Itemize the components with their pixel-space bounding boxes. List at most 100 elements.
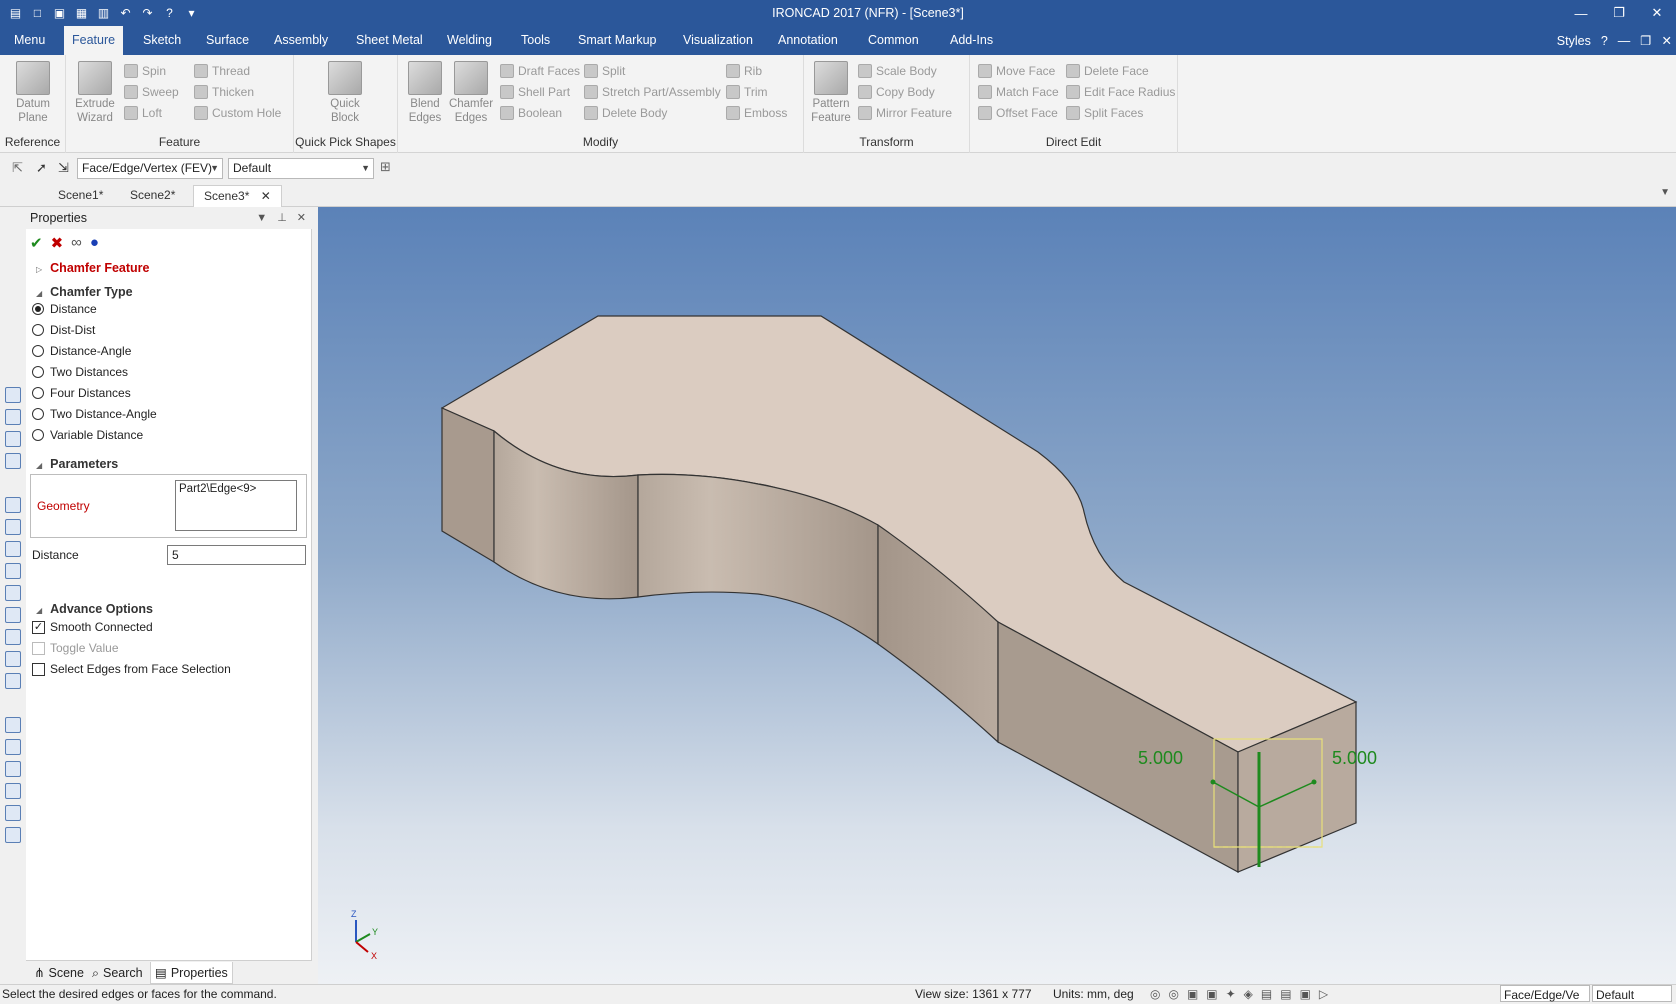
view-tool-icon[interactable] bbox=[5, 651, 21, 667]
part-model[interactable]: 5.000 5.000 Z Y X bbox=[318, 207, 1676, 984]
restore-icon[interactable]: ❐ bbox=[1600, 0, 1638, 26]
smooth-connected-checkbox[interactable]: ✓ bbox=[32, 621, 45, 634]
distance-input[interactable]: 5 bbox=[167, 545, 306, 565]
sweep-button[interactable]: Sweep bbox=[124, 83, 179, 101]
thicken-button[interactable]: Thicken bbox=[194, 83, 254, 101]
chamfer-type-header[interactable]: ◢ Chamfer Type bbox=[36, 285, 133, 299]
chamfer-edges-button[interactable]: Chamfer Edges bbox=[448, 61, 494, 125]
feature-header[interactable]: ▷ Chamfer Feature bbox=[36, 261, 150, 275]
view-tool-icon[interactable] bbox=[5, 453, 21, 469]
tab-list-icon[interactable]: ▼ bbox=[1660, 187, 1670, 198]
toggle-value-checkbox[interactable] bbox=[32, 642, 45, 655]
style-dropdown[interactable]: Default ▼ bbox=[228, 158, 374, 179]
view-tool-icon[interactable] bbox=[5, 585, 21, 601]
radio-two-distances[interactable] bbox=[32, 366, 44, 378]
delete-face-button[interactable]: Delete Face bbox=[1066, 62, 1149, 80]
help-icon[interactable]: ? bbox=[1601, 34, 1608, 48]
scale-body-button[interactable]: Scale Body bbox=[858, 62, 937, 80]
tab-scene1[interactable]: Scene1* bbox=[48, 185, 113, 207]
ribbon-restore-icon[interactable]: ❐ bbox=[1640, 33, 1651, 48]
selection-options-icon[interactable]: ⊞ bbox=[380, 159, 391, 175]
close-tab-icon[interactable]: ✕ bbox=[261, 189, 271, 203]
advance-options-header[interactable]: ◢ Advance Options bbox=[36, 602, 153, 616]
radio-four-distances[interactable] bbox=[32, 387, 44, 399]
radio-dist-dist[interactable] bbox=[32, 324, 44, 336]
view-tool-icon[interactable] bbox=[5, 607, 21, 623]
draft-faces-button[interactable]: Draft Faces bbox=[500, 62, 580, 80]
3d-viewport[interactable]: 5.000 5.000 Z Y X bbox=[318, 207, 1676, 984]
tab-add-ins[interactable]: Add-Ins bbox=[942, 26, 1001, 55]
preview-glasses-icon[interactable]: ∞ bbox=[71, 234, 82, 252]
tab-scene2[interactable]: Scene2* bbox=[120, 185, 185, 207]
tab-scene3[interactable]: Scene3* ✕ bbox=[193, 185, 282, 207]
radio-distance[interactable] bbox=[32, 303, 44, 315]
pattern-feature-button[interactable]: Pattern Feature bbox=[808, 61, 854, 125]
apply-circle-icon[interactable]: ● bbox=[90, 234, 99, 252]
datum-plane-button[interactable]: Datum Plane bbox=[10, 61, 56, 125]
spin-button[interactable]: Spin bbox=[124, 62, 166, 80]
view-tool-icon[interactable] bbox=[5, 409, 21, 425]
blend-edges-button[interactable]: Blend Edges bbox=[402, 61, 448, 125]
tab-welding[interactable]: Welding bbox=[439, 26, 500, 55]
move-face-button[interactable]: Move Face bbox=[978, 62, 1055, 80]
dimension-left[interactable]: 5.000 bbox=[1138, 748, 1183, 768]
view-tool-icon[interactable] bbox=[5, 805, 21, 821]
pointer-icon[interactable]: ➚ bbox=[36, 160, 47, 176]
view-tool-icon[interactable] bbox=[5, 431, 21, 447]
emboss-button[interactable]: Emboss bbox=[726, 104, 787, 122]
view-tool-icon[interactable] bbox=[5, 387, 21, 403]
tab-search[interactable]: ⌕ Search bbox=[88, 962, 147, 984]
shell-part-button[interactable]: Shell Part bbox=[500, 83, 570, 101]
view-tool-icon[interactable] bbox=[5, 497, 21, 513]
view-tool-icon[interactable] bbox=[5, 761, 21, 777]
rib-button[interactable]: Rib bbox=[726, 62, 762, 80]
view-tool-icon[interactable] bbox=[5, 783, 21, 799]
tab-feature[interactable]: Feature bbox=[64, 26, 124, 55]
tab-sheet-metal[interactable]: Sheet Metal bbox=[348, 26, 431, 55]
loft-button[interactable]: Loft bbox=[124, 104, 162, 122]
pin-icon[interactable]: ⊥ bbox=[277, 207, 287, 229]
offset-face-button[interactable]: Offset Face bbox=[978, 104, 1058, 122]
view-tool-icon[interactable] bbox=[5, 563, 21, 579]
view-tool-icon[interactable] bbox=[5, 739, 21, 755]
select-edges-checkbox[interactable] bbox=[32, 663, 45, 676]
tab-scene[interactable]: ⋔ Scene bbox=[30, 962, 88, 984]
styles-menu[interactable]: Styles bbox=[1557, 34, 1591, 48]
copy-body-button[interactable]: Copy Body bbox=[858, 83, 935, 101]
minimize-icon[interactable]: — bbox=[1562, 0, 1600, 26]
quick-block-button[interactable]: Quick Block bbox=[322, 61, 368, 125]
status-filter-dropdown[interactable]: Face/Edge/Ve bbox=[1500, 985, 1590, 1002]
select-mode-icon[interactable]: ⇲ bbox=[58, 160, 69, 176]
tab-smart-markup[interactable]: Smart Markup bbox=[570, 26, 665, 55]
parameters-header[interactable]: ◢ Parameters bbox=[36, 457, 118, 471]
view-tool-icon[interactable] bbox=[5, 827, 21, 843]
boolean-button[interactable]: Boolean bbox=[500, 104, 562, 122]
tab-properties[interactable]: ▤ Properties bbox=[150, 962, 233, 984]
close-panel-icon[interactable]: ✕ bbox=[297, 207, 306, 229]
status-style-dropdown[interactable]: Default bbox=[1592, 985, 1672, 1002]
view-tool-icon[interactable] bbox=[5, 519, 21, 535]
trim-button[interactable]: Trim bbox=[726, 83, 768, 101]
tab-tools[interactable]: Tools bbox=[513, 26, 558, 55]
match-face-button[interactable]: Match Face bbox=[978, 83, 1059, 101]
view-tool-icon[interactable] bbox=[5, 717, 21, 733]
stretch-button[interactable]: Stretch Part/Assembly bbox=[584, 83, 721, 101]
close-icon[interactable]: ✕ bbox=[1638, 0, 1676, 26]
delete-body-button[interactable]: Delete Body bbox=[584, 104, 667, 122]
edit-face-radius-button[interactable]: Edit Face Radius bbox=[1066, 83, 1175, 101]
tab-annotation[interactable]: Annotation bbox=[770, 26, 846, 55]
mirror-feature-button[interactable]: Mirror Feature bbox=[858, 104, 952, 122]
split-faces-button[interactable]: Split Faces bbox=[1066, 104, 1143, 122]
selection-tool-icon[interactable]: ⇱ bbox=[12, 160, 23, 176]
view-tool-icon[interactable] bbox=[5, 673, 21, 689]
status-tools-icon[interactable]: ◎◎▣▣✦◈▤▤▣▷ bbox=[1150, 985, 1336, 1003]
tab-surface[interactable]: Surface bbox=[198, 26, 257, 55]
extrude-wizard-button[interactable]: Extrude Wizard bbox=[72, 61, 118, 125]
tab-sketch[interactable]: Sketch bbox=[135, 26, 189, 55]
radio-distance-angle[interactable] bbox=[32, 345, 44, 357]
tab-visualization[interactable]: Visualization bbox=[675, 26, 761, 55]
dimension-right[interactable]: 5.000 bbox=[1332, 748, 1377, 768]
cancel-x-icon[interactable]: ✖ bbox=[51, 234, 64, 252]
tab-assembly[interactable]: Assembly bbox=[266, 26, 336, 55]
ribbon-close-icon[interactable]: ✕ bbox=[1662, 33, 1672, 48]
